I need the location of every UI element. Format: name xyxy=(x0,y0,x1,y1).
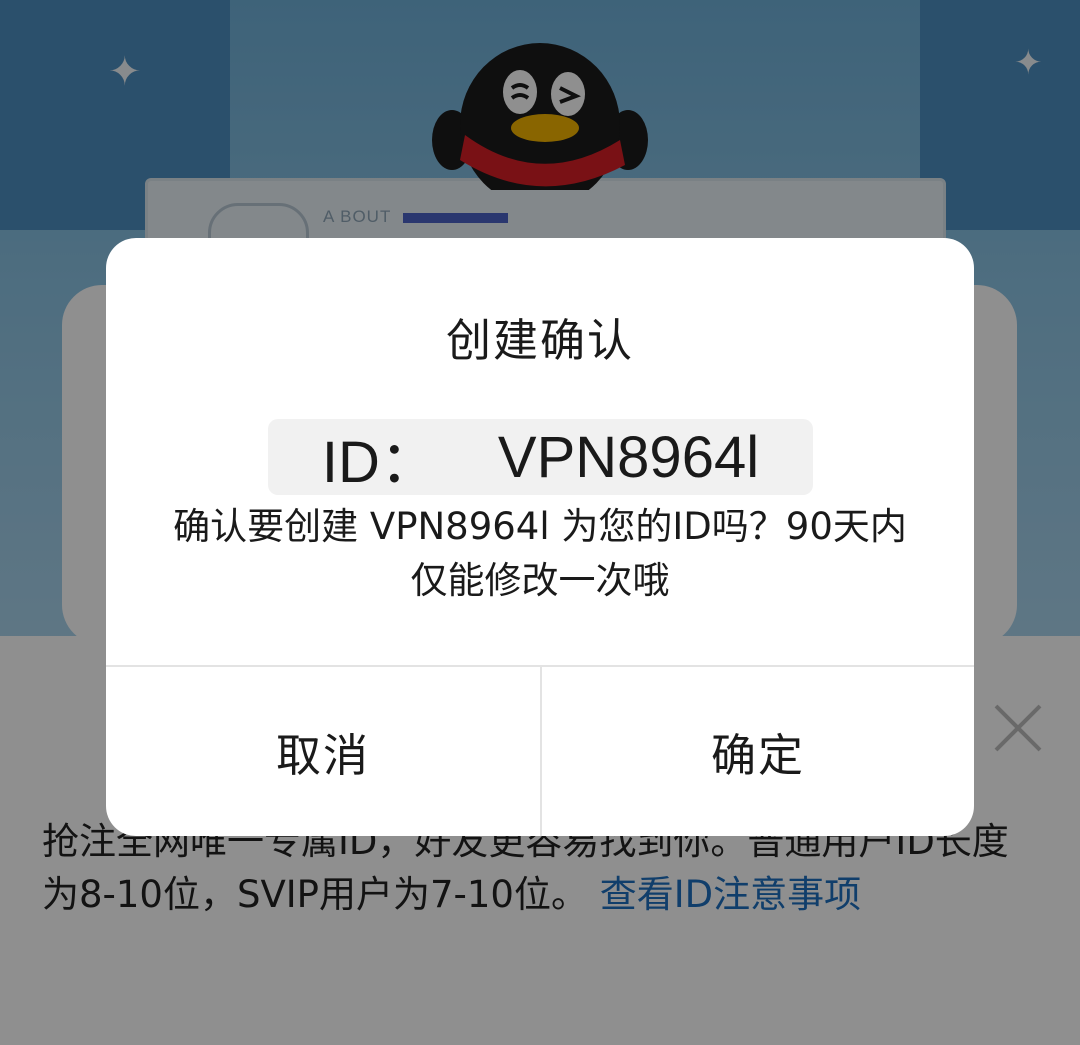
dialog-message: 确认要创建 VPN8964l 为您的ID吗？90天内仅能修改一次哦 xyxy=(173,505,907,602)
confirm-button[interactable]: 确定 xyxy=(542,667,974,836)
dialog-title: 创建确认 xyxy=(445,314,634,367)
page: ✦ ✦ A BOUT 抢注全网唯一专属ID，好友更容易找到你。普通用户ID长度为… xyxy=(0,0,1080,1045)
id-value: VPN8964l xyxy=(497,424,760,490)
id-label: ID： xyxy=(321,430,438,495)
id-preview-box: ID： VPN8964l xyxy=(268,419,813,495)
cancel-button[interactable]: 取消 xyxy=(106,667,540,836)
create-confirm-dialog: 创建确认 ID： VPN8964l 确认要创建 VPN8964l 为您的ID吗？… xyxy=(106,238,974,836)
